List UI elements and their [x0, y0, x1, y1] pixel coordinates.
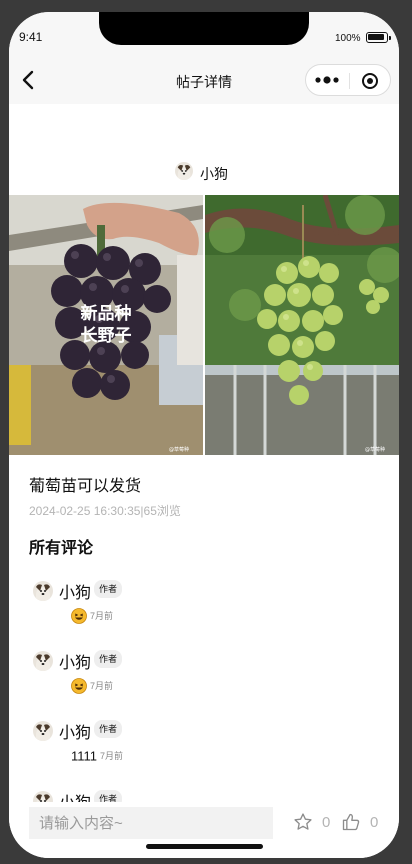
image-watermark-left: @草莓种 [169, 446, 189, 453]
comments-heading: 所有评论 [29, 540, 94, 557]
commenter-name[interactable]: 小狗 [59, 719, 91, 743]
author-badge: 作者 [94, 580, 123, 598]
post-image-purple-grapes[interactable]: 新品种 长野子 @草莓种 [9, 195, 203, 455]
post-title: 葡萄苗可以发货 [29, 478, 142, 495]
post-image-green-grapes[interactable]: @草莓种 [205, 195, 399, 455]
status-bar: 9:41 100% [9, 12, 399, 56]
like-count: 0 [370, 814, 379, 831]
capsule-divider [349, 73, 350, 89]
navigation-bar: 帖子详情 [9, 56, 399, 104]
battery-percent: 100% [335, 33, 361, 44]
avatar[interactable] [33, 651, 53, 671]
comment-time: 7月前 [100, 751, 124, 762]
comment-body: 1111 7月前 [71, 747, 123, 765]
post-meta: 2024-02-25 16:30:35|65浏览 [29, 504, 181, 518]
comment-input[interactable] [29, 807, 273, 839]
more-dots-icon[interactable] [314, 72, 340, 88]
author-badge: 作者 [94, 720, 123, 738]
image-watermark-right: @草莓种 [365, 446, 385, 453]
comment-time: 7月前 [90, 681, 114, 692]
avatar[interactable] [33, 581, 53, 601]
author-badge: 作者 [94, 650, 123, 668]
target-icon[interactable] [361, 72, 379, 90]
commenter-name[interactable]: 小狗 [59, 649, 91, 673]
commenter-name[interactable]: 小狗 [59, 579, 91, 603]
bottom-bar: 0 0 [9, 802, 399, 858]
favorite-count: 0 [322, 814, 331, 831]
post-author: 小狗 [9, 160, 399, 184]
author-name[interactable]: 小狗 [200, 164, 228, 184]
avatar[interactable] [33, 721, 53, 741]
mini-program-capsule [305, 64, 391, 96]
comment-item[interactable]: 小狗 作者 7月前 [33, 647, 373, 697]
comment-body: 7月前 [71, 677, 113, 695]
image-caption-line-1: 新品种 [81, 303, 132, 324]
thumbs-up-icon[interactable] [341, 812, 361, 832]
battery-icon [366, 32, 391, 43]
avatar[interactable] [175, 162, 193, 180]
post-images: 新品种 长野子 @草莓种 @草莓种 [9, 195, 399, 455]
notch [99, 12, 309, 45]
grinning-face-icon [71, 607, 87, 624]
comment-body: 7月前 [71, 607, 113, 625]
phone-screen: 9:41 100% 帖子详情 小狗 新品种 长野子 @草莓种 @草莓种 葡萄苗可… [9, 12, 399, 858]
star-outline-icon[interactable] [293, 812, 313, 832]
image-caption-line-2: 长野子 [81, 325, 132, 346]
status-time: 9:41 [19, 30, 43, 44]
comment-text: 1111 [71, 748, 98, 764]
comment-time: 7月前 [90, 611, 114, 622]
comment-item[interactable]: 小狗 作者 1111 7月前 [33, 717, 373, 767]
grinning-face-icon [71, 677, 87, 694]
comment-item[interactable]: 小狗 作者 7月前 [33, 577, 373, 627]
home-indicator [146, 844, 263, 849]
